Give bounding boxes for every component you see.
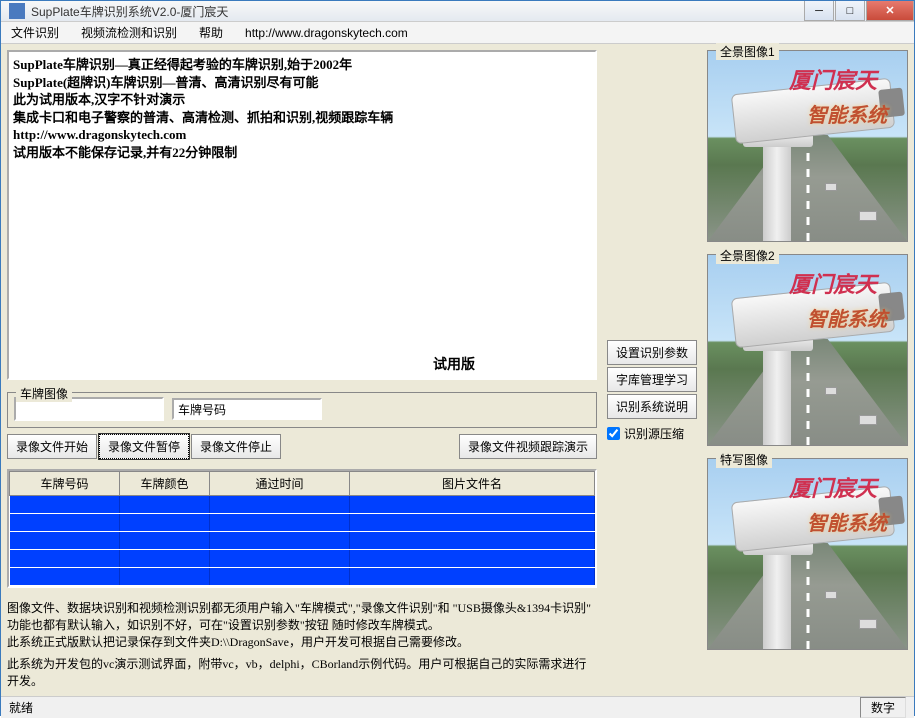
right-column: 全景图像1 厦门宸天 智能系统 全景图像2 厦门宸天 xyxy=(707,50,908,690)
panorama2-image: 厦门宸天 智能系统 xyxy=(708,255,907,445)
closeup-image: 厦门宸天 智能系统 xyxy=(708,459,907,649)
menu-video-rec[interactable]: 视频流检测和识别 xyxy=(77,22,181,43)
overlay-brand: 厦门宸天 xyxy=(789,471,877,503)
compress-checkbox-row[interactable]: 识别源压缩 xyxy=(607,425,697,442)
footer-line1: 图像文件、数据块识别和视频检测识别都无须用户输入"车牌模式","录像文件识别"和… xyxy=(7,600,597,634)
results-table[interactable]: 车牌号码 车牌颜色 通过时间 图片文件名 xyxy=(9,471,595,586)
overlay-brand: 厦门宸天 xyxy=(789,63,877,95)
window-controls: ─ □ ✕ xyxy=(803,1,914,21)
app-icon xyxy=(9,3,25,19)
close-button[interactable]: ✕ xyxy=(866,1,914,21)
rec-start-button[interactable]: 录像文件开始 xyxy=(7,434,97,459)
sys-desc-button[interactable]: 识别系统说明 xyxy=(607,394,697,419)
col-time[interactable]: 通过时间 xyxy=(210,472,350,496)
panorama2-panel: 全景图像2 厦门宸天 智能系统 xyxy=(707,254,908,446)
intro-text: SupPlate车牌识别—真正经得起考验的车牌识别,始于2002年 SupPla… xyxy=(13,56,591,161)
table-row[interactable] xyxy=(10,532,595,550)
plate-number-label: 车牌号码 xyxy=(178,401,226,418)
plate-group: 车牌图像 车牌号码 xyxy=(7,392,597,428)
col-plate[interactable]: 车牌号码 xyxy=(10,472,120,496)
minimize-button[interactable]: ─ xyxy=(804,1,834,21)
menubar: 文件识别 视频流检测和识别 帮助 http://www.dragonskytec… xyxy=(1,22,914,44)
status-left: 就绪 xyxy=(9,699,33,716)
panorama1-image: 厦门宸天 智能系统 xyxy=(708,51,907,241)
set-params-button[interactable]: 设置识别参数 xyxy=(607,340,697,365)
plate-group-label: 车牌图像 xyxy=(16,385,72,402)
intro-textbox[interactable]: SupPlate车牌识别—真正经得起考验的车牌识别,始于2002年 SupPla… xyxy=(7,50,597,380)
table-row[interactable] xyxy=(10,496,595,514)
overlay-system: 智能系统 xyxy=(807,303,887,332)
side-buttons: 设置识别参数 字库管理学习 识别系统说明 识别源压缩 xyxy=(607,340,697,442)
rec-demo-button[interactable]: 录像文件视频跟踪演示 xyxy=(459,434,597,459)
statusbar: 就绪 数字 xyxy=(1,696,914,718)
menu-url[interactable]: http://www.dragonskytech.com xyxy=(241,24,412,42)
menu-help[interactable]: 帮助 xyxy=(195,22,227,43)
rec-pause-button[interactable]: 录像文件暂停 xyxy=(99,434,189,459)
titlebar: SupPlate车牌识别系统V2.0-厦门宸天 ─ □ ✕ xyxy=(1,1,914,22)
overlay-system: 智能系统 xyxy=(807,507,887,536)
col-color[interactable]: 车牌颜色 xyxy=(120,472,210,496)
footer-text: 图像文件、数据块识别和视频检测识别都无须用户输入"车牌模式","录像文件识别"和… xyxy=(7,600,597,690)
compress-label: 识别源压缩 xyxy=(624,425,684,442)
panorama1-label: 全景图像1 xyxy=(716,43,779,60)
maximize-button[interactable]: □ xyxy=(835,1,865,21)
table-row[interactable] xyxy=(10,550,595,568)
record-button-row: 录像文件开始 录像文件暂停 录像文件停止 录像文件视频跟踪演示 xyxy=(7,434,597,459)
plate-number-box: 车牌号码 xyxy=(172,398,322,420)
trial-label: 试用版 xyxy=(433,357,475,376)
compress-checkbox[interactable] xyxy=(607,427,620,440)
content-area: SupPlate车牌识别—真正经得起考验的车牌识别,始于2002年 SupPla… xyxy=(1,44,914,696)
left-column: SupPlate车牌识别—真正经得起考验的车牌识别,始于2002年 SupPla… xyxy=(7,50,597,690)
table-row[interactable] xyxy=(10,568,595,586)
rec-stop-button[interactable]: 录像文件停止 xyxy=(191,434,281,459)
plate-section: 车牌图像 车牌号码 录像文件开始 录像文件暂停 录像文件停止 录像文件视频跟踪演… xyxy=(7,386,597,459)
overlay-brand: 厦门宸天 xyxy=(789,267,877,299)
font-learn-button[interactable]: 字库管理学习 xyxy=(607,367,697,392)
window-title: SupPlate车牌识别系统V2.0-厦门宸天 xyxy=(31,3,803,20)
table-row[interactable] xyxy=(10,514,595,532)
panorama2-label: 全景图像2 xyxy=(716,247,779,264)
results-table-wrap: 车牌号码 车牌颜色 通过时间 图片文件名 xyxy=(7,469,597,588)
panorama1-panel: 全景图像1 厦门宸天 智能系统 xyxy=(707,50,908,242)
col-file[interactable]: 图片文件名 xyxy=(350,472,595,496)
menu-file-rec[interactable]: 文件识别 xyxy=(7,22,63,43)
footer-line2: 此系统正式版默认把记录保存到文件夹D:\\DragonSave，用户开发可根据自… xyxy=(7,634,597,651)
footer-line3: 此系统为开发包的vc演示测试界面，附带vc，vb，delphi，CBorland… xyxy=(7,656,597,690)
closeup-panel: 特写图像 厦门宸天 智能系统 xyxy=(707,458,908,650)
status-right: 数字 xyxy=(860,697,906,718)
closeup-label: 特写图像 xyxy=(716,451,772,468)
app-window: SupPlate车牌识别系统V2.0-厦门宸天 ─ □ ✕ 文件识别 视频流检测… xyxy=(0,0,915,716)
overlay-system: 智能系统 xyxy=(807,99,887,128)
